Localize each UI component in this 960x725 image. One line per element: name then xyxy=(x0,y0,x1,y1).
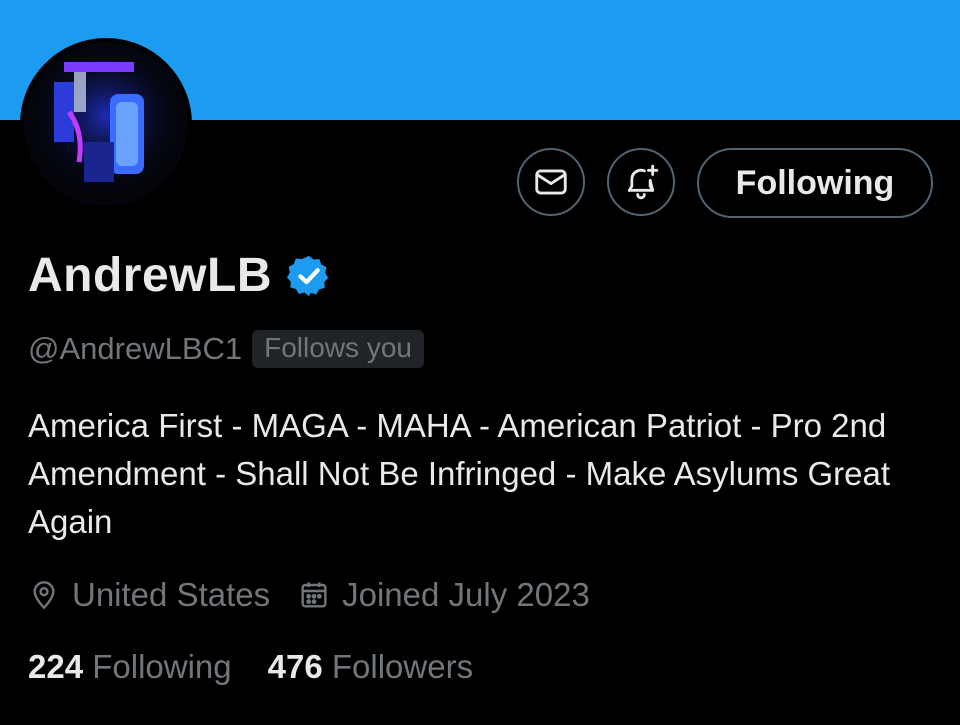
follow-stats: 224 Following 476 Followers xyxy=(28,648,509,686)
location-pin-icon xyxy=(33,581,55,610)
following-count: 224 xyxy=(28,648,84,685)
envelope-icon xyxy=(535,169,567,195)
bell-plus-icon xyxy=(627,164,659,200)
calendar-icon xyxy=(301,582,327,608)
follows-you-badge: Follows you xyxy=(252,330,424,368)
followers-stat-link[interactable]: 476 Followers xyxy=(268,648,473,686)
name-row: AndrewLB xyxy=(28,248,332,303)
display-name: AndrewLB xyxy=(28,249,272,302)
profile-bio: America First - MAGA - MAHA - American P… xyxy=(28,407,891,540)
message-button[interactable] xyxy=(517,148,585,216)
notifications-button[interactable] xyxy=(607,148,675,216)
following-button[interactable]: Following xyxy=(697,148,933,218)
profile-meta: United States Joined July 2023 xyxy=(28,576,618,614)
followers-label: Followers xyxy=(331,648,474,685)
following-label: Following xyxy=(92,648,232,685)
followers-count: 476 xyxy=(267,648,323,685)
joined-item: Joined July 2023 xyxy=(298,576,590,614)
location-text: United States xyxy=(72,576,271,613)
avatar[interactable] xyxy=(24,42,188,206)
handle-row: @AndrewLBC1 Follows you xyxy=(28,330,424,368)
location-item: United States xyxy=(28,576,270,614)
verified-badge-icon[interactable] xyxy=(286,253,332,299)
user-handle: @AndrewLBC1 xyxy=(28,331,243,366)
following-stat-link[interactable]: 224 Following xyxy=(28,648,232,686)
joined-text: Joined July 2023 xyxy=(342,576,590,613)
avatar-frame xyxy=(20,38,192,210)
